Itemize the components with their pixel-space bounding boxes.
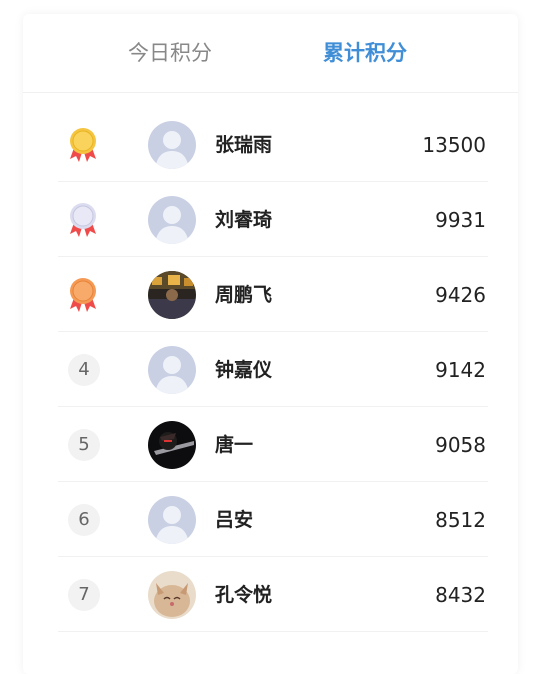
rank-number: 5 [68, 429, 100, 461]
divider [58, 631, 488, 632]
ranking-row[interactable]: 周鹏飞 9426 [23, 257, 518, 332]
avatar[interactable] [148, 571, 196, 619]
rank-number: 7 [68, 579, 100, 611]
user-name: 吕安 [215, 509, 254, 531]
avatar[interactable] [148, 346, 196, 394]
user-name: 唐一 [215, 434, 254, 456]
gold-medal-icon [67, 127, 99, 163]
ranking-row[interactable]: 6 吕安 8512 [23, 482, 518, 557]
user-score: 13500 [422, 133, 486, 157]
user-score: 8432 [435, 583, 486, 607]
leaderboard-panel: 今日积分 累计积分 张瑞雨 13500 刘睿琦 9931 周鹏飞 9426 4 … [23, 14, 518, 674]
user-score: 9142 [435, 358, 486, 382]
user-score: 9058 [435, 433, 486, 457]
ranking-row[interactable]: 7 孔令悦 8432 [23, 557, 518, 632]
user-name: 刘睿琦 [215, 209, 273, 231]
user-name: 孔令悦 [215, 584, 273, 606]
avatar[interactable] [148, 271, 196, 319]
user-name: 张瑞雨 [215, 134, 273, 156]
user-score: 9426 [435, 283, 486, 307]
ranking-row[interactable]: 张瑞雨 13500 [23, 107, 518, 182]
silver-medal-icon [67, 202, 99, 238]
user-score: 8512 [435, 508, 486, 532]
avatar[interactable] [148, 196, 196, 244]
avatar[interactable] [148, 121, 196, 169]
user-score: 9931 [435, 208, 486, 232]
tab-bar: 今日积分 累计积分 [23, 14, 518, 93]
user-name: 周鹏飞 [215, 284, 273, 306]
tab-total-points[interactable]: 累计积分 [323, 38, 407, 68]
rank-number: 4 [68, 354, 100, 386]
ranking-row[interactable]: 4 钟嘉仪 9142 [23, 332, 518, 407]
ranking-row[interactable]: 刘睿琦 9931 [23, 182, 518, 257]
user-name: 钟嘉仪 [215, 359, 273, 381]
tab-daily-points[interactable]: 今日积分 [128, 38, 212, 68]
avatar[interactable] [148, 496, 196, 544]
ranking-row[interactable]: 5 唐一 9058 [23, 407, 518, 482]
bronze-medal-icon [67, 277, 99, 313]
ranking-list: 张瑞雨 13500 刘睿琦 9931 周鹏飞 9426 4 钟嘉仪 9142 5… [23, 107, 518, 632]
avatar[interactable] [148, 421, 196, 469]
rank-number: 6 [68, 504, 100, 536]
